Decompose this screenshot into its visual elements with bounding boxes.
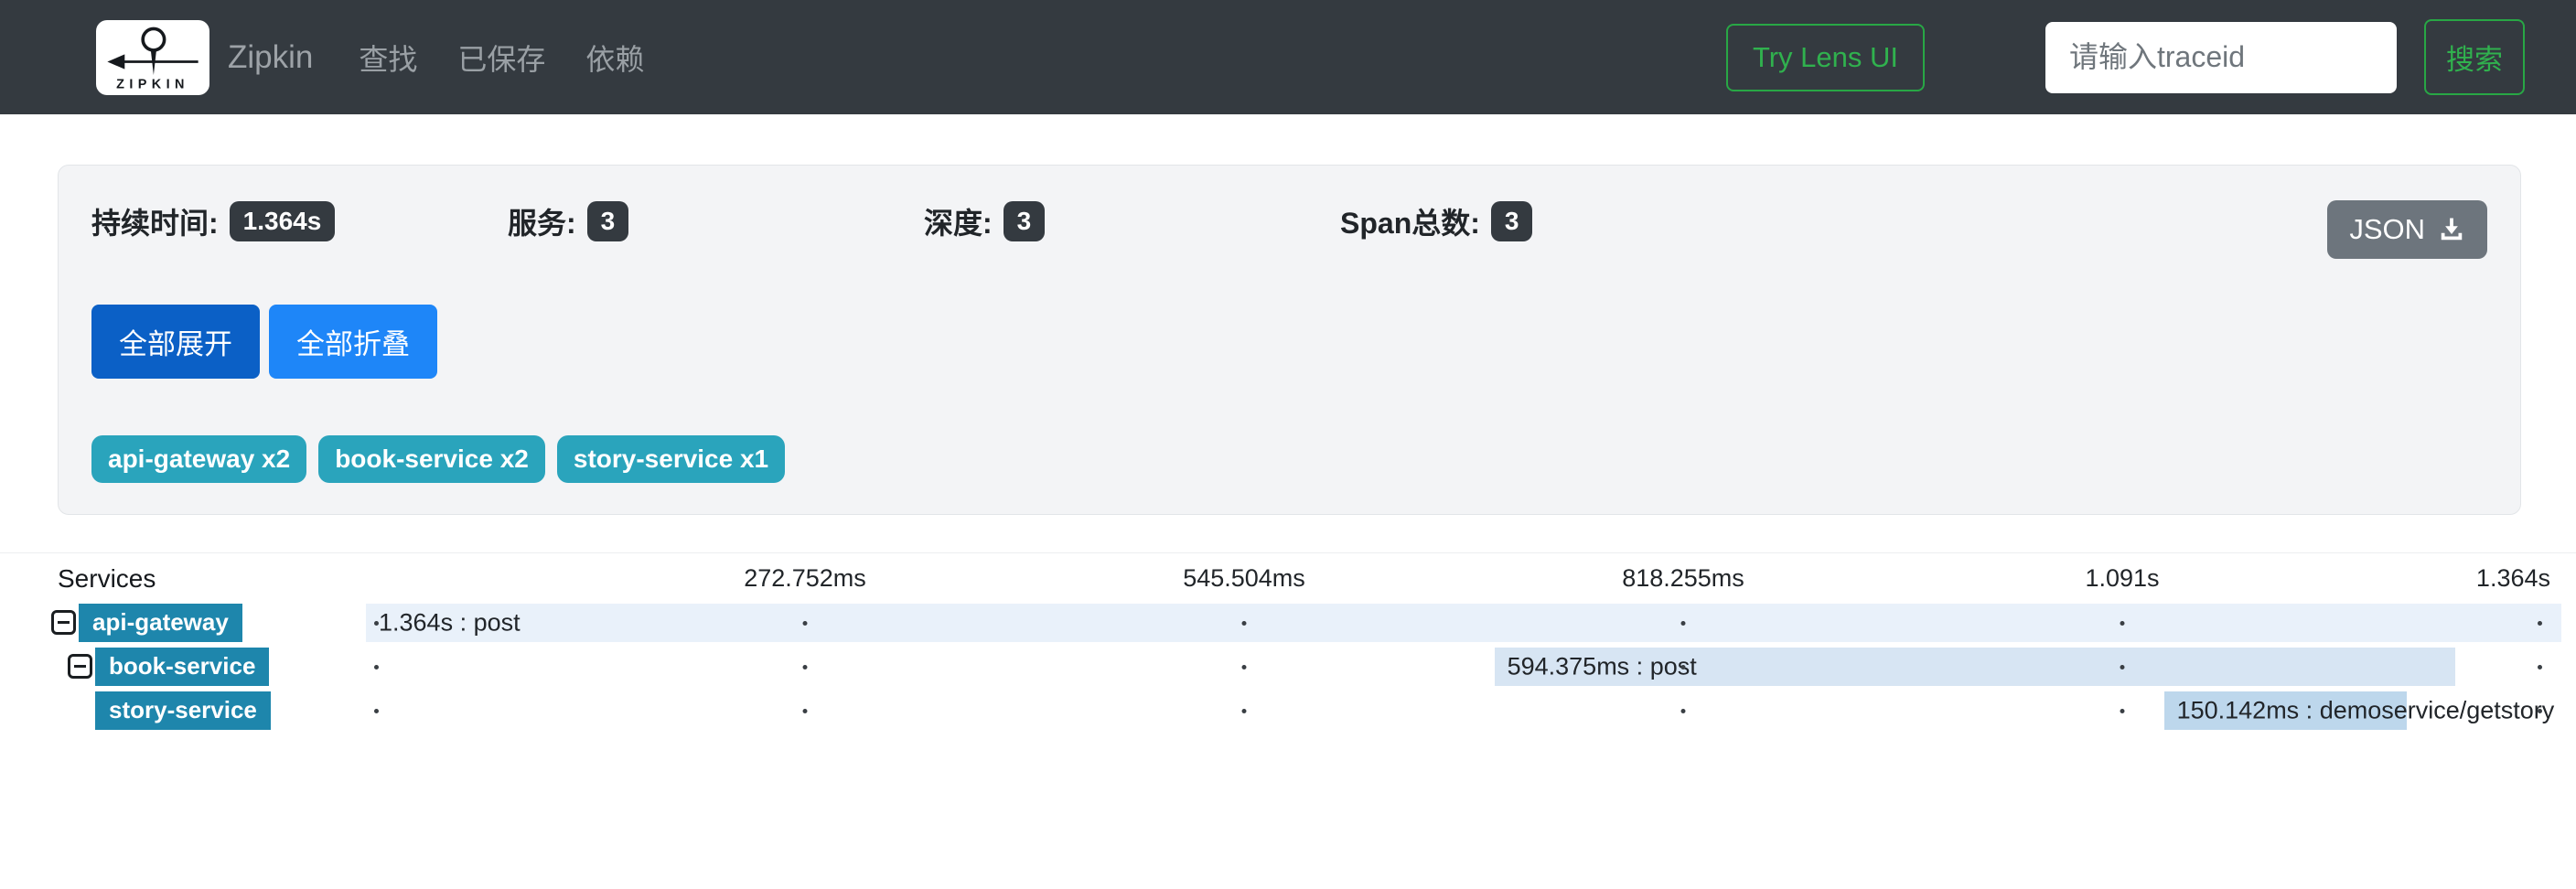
trace-row[interactable]: story-service 150.142ms : demoservice/ge… bbox=[0, 689, 2576, 733]
summary-label: Span总数: bbox=[1340, 200, 1480, 242]
trace-row[interactable]: api-gateway 1.364s : post bbox=[0, 601, 2576, 645]
span-duration-label: 1.364s : post bbox=[366, 608, 521, 637]
expand-collapse-row: 全部展开 全部折叠 bbox=[91, 305, 2487, 379]
nav-links: 查找已保存依赖 bbox=[359, 37, 644, 79]
trace-summary-panel: 持续时间: 1.364s 服务: 3 深度: 3 Span总数: 3 bbox=[58, 165, 2521, 515]
summary-value-badge: 3 bbox=[1004, 201, 1046, 241]
svg-text:ZIPKIN: ZIPKIN bbox=[116, 77, 189, 91]
summary-value-badge: 3 bbox=[587, 201, 629, 241]
traceid-search-input[interactable] bbox=[2045, 22, 2397, 93]
time-tick-label: 272.752ms bbox=[744, 564, 866, 593]
service-label-cell: api-gateway bbox=[0, 601, 366, 645]
service-label-cell: story-service bbox=[0, 689, 366, 733]
tick-dot bbox=[803, 665, 808, 669]
tick-dot bbox=[1242, 709, 1247, 713]
service-label-cell: book-service bbox=[0, 645, 366, 689]
expand-all-button[interactable]: 全部展开 bbox=[91, 305, 260, 379]
trace-timeline-section: Services 272.752ms 545.504ms 818.255ms 1.09… bbox=[0, 552, 2576, 733]
service-count-badge[interactable]: story-service x1 bbox=[557, 435, 785, 483]
collapse-minus-icon[interactable] bbox=[68, 654, 92, 679]
span-bar[interactable]: 1.364s : post bbox=[366, 604, 2561, 642]
navbar: ZIPKIN Zipkin 查找已保存依赖 Try Lens UI 搜索 bbox=[0, 0, 2576, 114]
summary-value-badge: 3 bbox=[1491, 201, 1533, 241]
summary-label: 服务: bbox=[508, 200, 576, 242]
tick-dot bbox=[2538, 709, 2542, 713]
span-duration-label: 594.375ms : post bbox=[1495, 652, 1697, 680]
tick-dot bbox=[1242, 665, 1247, 669]
nav-link[interactable]: 已保存 bbox=[457, 37, 545, 79]
service-count-badge[interactable]: book-service x2 bbox=[318, 435, 545, 483]
service-label[interactable]: story-service bbox=[95, 691, 271, 730]
collapse-all-button[interactable]: 全部折叠 bbox=[269, 305, 437, 379]
span-bar[interactable]: 594.375ms : post bbox=[1495, 648, 2455, 686]
service-label[interactable]: api-gateway bbox=[79, 604, 242, 642]
tick-dot bbox=[803, 709, 808, 713]
row-timeline: 1.364s : post bbox=[366, 601, 2561, 645]
time-tick-label: 545.504ms bbox=[1183, 564, 1305, 593]
tick-dot bbox=[374, 621, 379, 626]
tick-dot bbox=[2120, 665, 2125, 669]
summary-label: 深度: bbox=[924, 200, 993, 242]
zipkin-pin-icon: ZIPKIN bbox=[102, 24, 204, 91]
nav-link[interactable]: 依赖 bbox=[585, 37, 644, 79]
tick-dot bbox=[374, 709, 379, 713]
navbar-right: Try Lens UI 搜索 bbox=[1726, 19, 2525, 95]
service-badge-row: api-gateway x2book-service x2story-servi… bbox=[91, 435, 2487, 483]
tick-dot bbox=[803, 621, 808, 626]
download-icon bbox=[2438, 216, 2465, 243]
timeline-header: Services 272.752ms 545.504ms 818.255ms 1.09… bbox=[0, 553, 2576, 601]
services-column-header: Services bbox=[58, 564, 156, 594]
try-lens-ui-button[interactable]: Try Lens UI bbox=[1726, 24, 1925, 91]
json-download-button[interactable]: JSON bbox=[2327, 200, 2487, 259]
collapse-minus-icon[interactable] bbox=[51, 610, 76, 635]
summary-label: 持续时间: bbox=[91, 200, 219, 242]
tick-dot bbox=[1681, 621, 1686, 626]
nav-link[interactable]: 查找 bbox=[359, 37, 417, 79]
tick-dot bbox=[1681, 709, 1686, 713]
service-count-badge[interactable]: api-gateway x2 bbox=[91, 435, 306, 483]
time-tick-label: 1.364s bbox=[2476, 564, 2550, 593]
span-bar[interactable]: 150.142ms : demoservice/getstory bbox=[2164, 691, 2407, 730]
tick-dot bbox=[2120, 709, 2125, 713]
tick-dot bbox=[2538, 621, 2542, 626]
summary-item: 服务: 3 bbox=[508, 200, 924, 242]
span-duration-label: 150.142ms : demoservice/getstory bbox=[2164, 696, 2555, 724]
summary-item: 深度: 3 bbox=[924, 200, 1340, 242]
tick-dot bbox=[1681, 665, 1686, 669]
tick-dot bbox=[374, 665, 379, 669]
summary-value-badge: 1.364s bbox=[230, 201, 336, 241]
tick-dot bbox=[2538, 665, 2542, 669]
json-button-label: JSON bbox=[2349, 213, 2425, 246]
row-timeline: 150.142ms : demoservice/getstory bbox=[366, 689, 2561, 733]
zipkin-logo[interactable]: ZIPKIN bbox=[96, 20, 209, 95]
brand-title[interactable]: Zipkin bbox=[228, 39, 313, 76]
summary-items: 持续时间: 1.364s 服务: 3 深度: 3 Span总数: 3 bbox=[91, 200, 1756, 242]
trace-row[interactable]: book-service 594.375ms : post bbox=[0, 645, 2576, 689]
search-button[interactable]: 搜索 bbox=[2424, 19, 2525, 95]
summary-row: 持续时间: 1.364s 服务: 3 深度: 3 Span总数: 3 bbox=[91, 200, 2487, 259]
tick-dot bbox=[2120, 621, 2125, 626]
summary-item: 持续时间: 1.364s bbox=[91, 200, 508, 242]
service-label[interactable]: book-service bbox=[95, 648, 269, 686]
tick-dot bbox=[1242, 621, 1247, 626]
trace-rows: api-gateway 1.364s : post book-service bbox=[0, 601, 2576, 733]
summary-item: Span总数: 3 bbox=[1340, 200, 1756, 242]
row-timeline: 594.375ms : post bbox=[366, 645, 2561, 689]
time-tick-label: 818.255ms bbox=[1622, 564, 1744, 593]
time-axis: 272.752ms 545.504ms 818.255ms 1.091s 1.364s bbox=[366, 564, 2561, 595]
time-tick-label: 1.091s bbox=[2085, 564, 2159, 593]
